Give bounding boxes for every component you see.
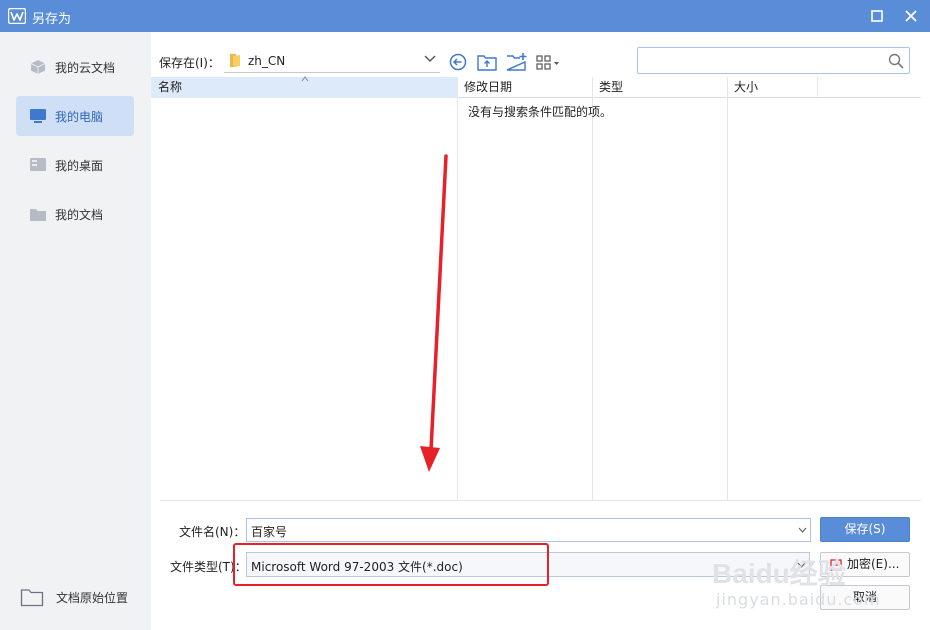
save-in-dropdown[interactable]: zh_CN (224, 48, 440, 73)
sidebar-item-my-computer[interactable]: 我的电脑 (16, 96, 134, 136)
current-path: zh_CN (248, 54, 286, 68)
desktop-icon (30, 158, 46, 171)
column-header-type[interactable]: 类型 (592, 77, 727, 98)
file-list[interactable]: 名称 修改日期 类型 大小 没有与搜索条件匹配的项。 (151, 76, 921, 500)
column-header-label: 修改日期 (464, 80, 513, 94)
column-header-date[interactable]: 修改日期 (457, 77, 592, 98)
sidebar-item-label: 我的电脑 (55, 110, 104, 124)
computer-icon (30, 109, 46, 123)
annotation-arrow (420, 154, 448, 472)
column-header-label: 名称 (158, 80, 183, 94)
column-divider (727, 77, 728, 500)
save-button[interactable]: 保存(S) (820, 517, 910, 542)
column-header-name[interactable]: 名称 (151, 76, 457, 98)
wps-logo-icon (8, 8, 26, 24)
watermark-url: jingyan.baidu.com (716, 590, 881, 609)
back-icon[interactable] (447, 52, 469, 72)
filename-field[interactable]: 百家号 (246, 518, 811, 542)
new-folder-icon[interactable] (505, 52, 527, 72)
list-header: 名称 修改日期 类型 大小 (151, 76, 921, 98)
sidebar-item-label: 我的云文档 (55, 61, 116, 75)
annotation-highlight-box (233, 543, 549, 586)
title-bar: 另存为 (0, 0, 930, 32)
view-grid-icon[interactable] (534, 52, 564, 72)
sidebar-item-cloud-docs[interactable]: 我的云文档 (16, 47, 134, 87)
close-icon[interactable] (900, 7, 922, 25)
empty-list-message: 没有与搜索条件匹配的项。 (468, 105, 613, 119)
sidebar-item-label: 我的桌面 (55, 159, 104, 173)
column-divider (592, 77, 593, 500)
save-button-label: 保存(S) (844, 522, 886, 536)
folder-icon (230, 54, 240, 67)
search-icon[interactable] (888, 53, 904, 69)
maximize-icon[interactable] (866, 8, 888, 24)
encrypt-button-label: 加密(E)... (847, 557, 900, 571)
folder-outline-icon (20, 589, 44, 607)
sidebar-item-my-documents[interactable]: 我的文档 (16, 194, 134, 234)
filename-label: 文件名(N)： (179, 525, 246, 539)
window-title: 另存为 (32, 12, 72, 27)
original-location-label: 文档原始位置 (56, 591, 129, 605)
original-location-link[interactable]: 文档原始位置 (20, 584, 140, 610)
column-divider (817, 77, 818, 98)
chevron-down-icon (424, 55, 436, 62)
column-header-label: 大小 (734, 80, 759, 94)
chevron-down-icon[interactable] (798, 527, 807, 533)
save-in-label: 保存在(I)： (159, 56, 220, 70)
filename-value: 百家号 (251, 525, 288, 539)
cloud-doc-icon (30, 60, 46, 74)
sidebar-item-desktop[interactable]: 我的桌面 (16, 145, 134, 185)
column-header-label: 类型 (599, 80, 624, 94)
watermark-logo: Baidu经验 (712, 558, 846, 589)
column-header-size[interactable]: 大小 (727, 77, 817, 98)
search-input[interactable] (637, 47, 910, 74)
sidebar: 我的云文档 我的电脑 我的桌面 我的文档 文档原始位置 (0, 32, 151, 630)
sidebar-item-label: 我的文档 (55, 208, 104, 222)
up-folder-icon[interactable] (476, 52, 498, 72)
folder-icon (30, 209, 46, 221)
divider (160, 500, 921, 501)
sort-ascending-icon (301, 76, 309, 82)
